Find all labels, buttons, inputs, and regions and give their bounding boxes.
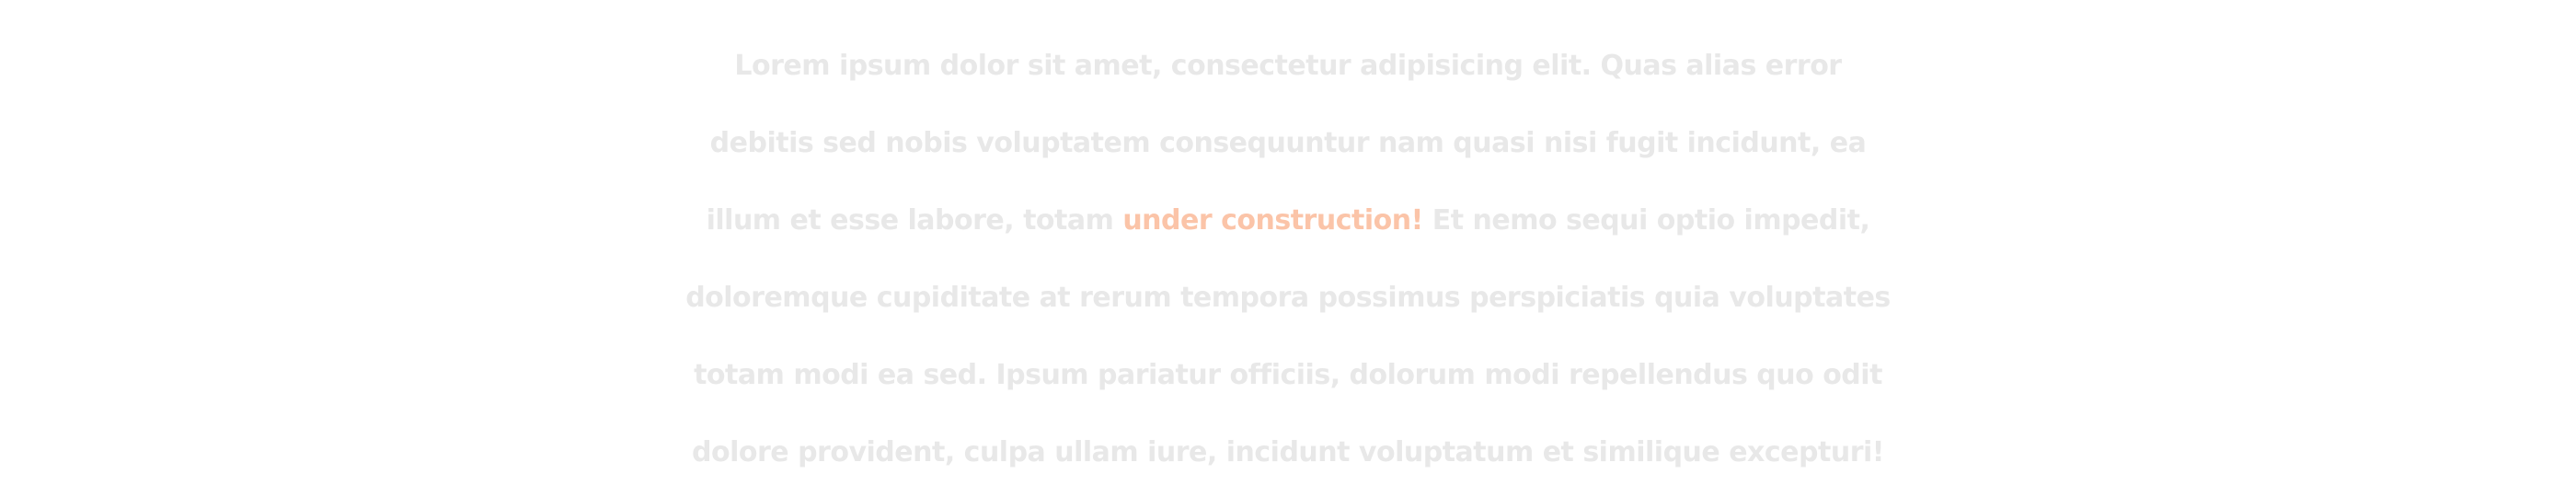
hero-line-6: dolore provident, culpa ullam iure, inci…	[692, 436, 1884, 468]
under-construction-highlight: under construction!	[1122, 204, 1423, 237]
hero-line-3-before: illum et esse labore, totam	[706, 204, 1123, 237]
hero-line-2: debitis sed nobis voluptatem consequuntu…	[709, 127, 1867, 159]
hero-paragraph: Lorem ipsum dolor sit amet, consectetur …	[0, 28, 2576, 491]
hero-line-3: illum et esse labore, totam under constr…	[0, 182, 2576, 260]
hero-line-1: Lorem ipsum dolor sit amet, consectetur …	[734, 50, 1842, 82]
hero-section: Lorem ipsum dolor sit amet, consectetur …	[0, 0, 2576, 497]
hero-line-5: totam modi ea sed. Ipsum pariatur offici…	[694, 359, 1882, 391]
hero-line-3-after: Et nemo sequi optio impedit,	[1422, 204, 1870, 237]
hero-line-4: doloremque cupiditate at rerum tempora p…	[685, 282, 1891, 314]
